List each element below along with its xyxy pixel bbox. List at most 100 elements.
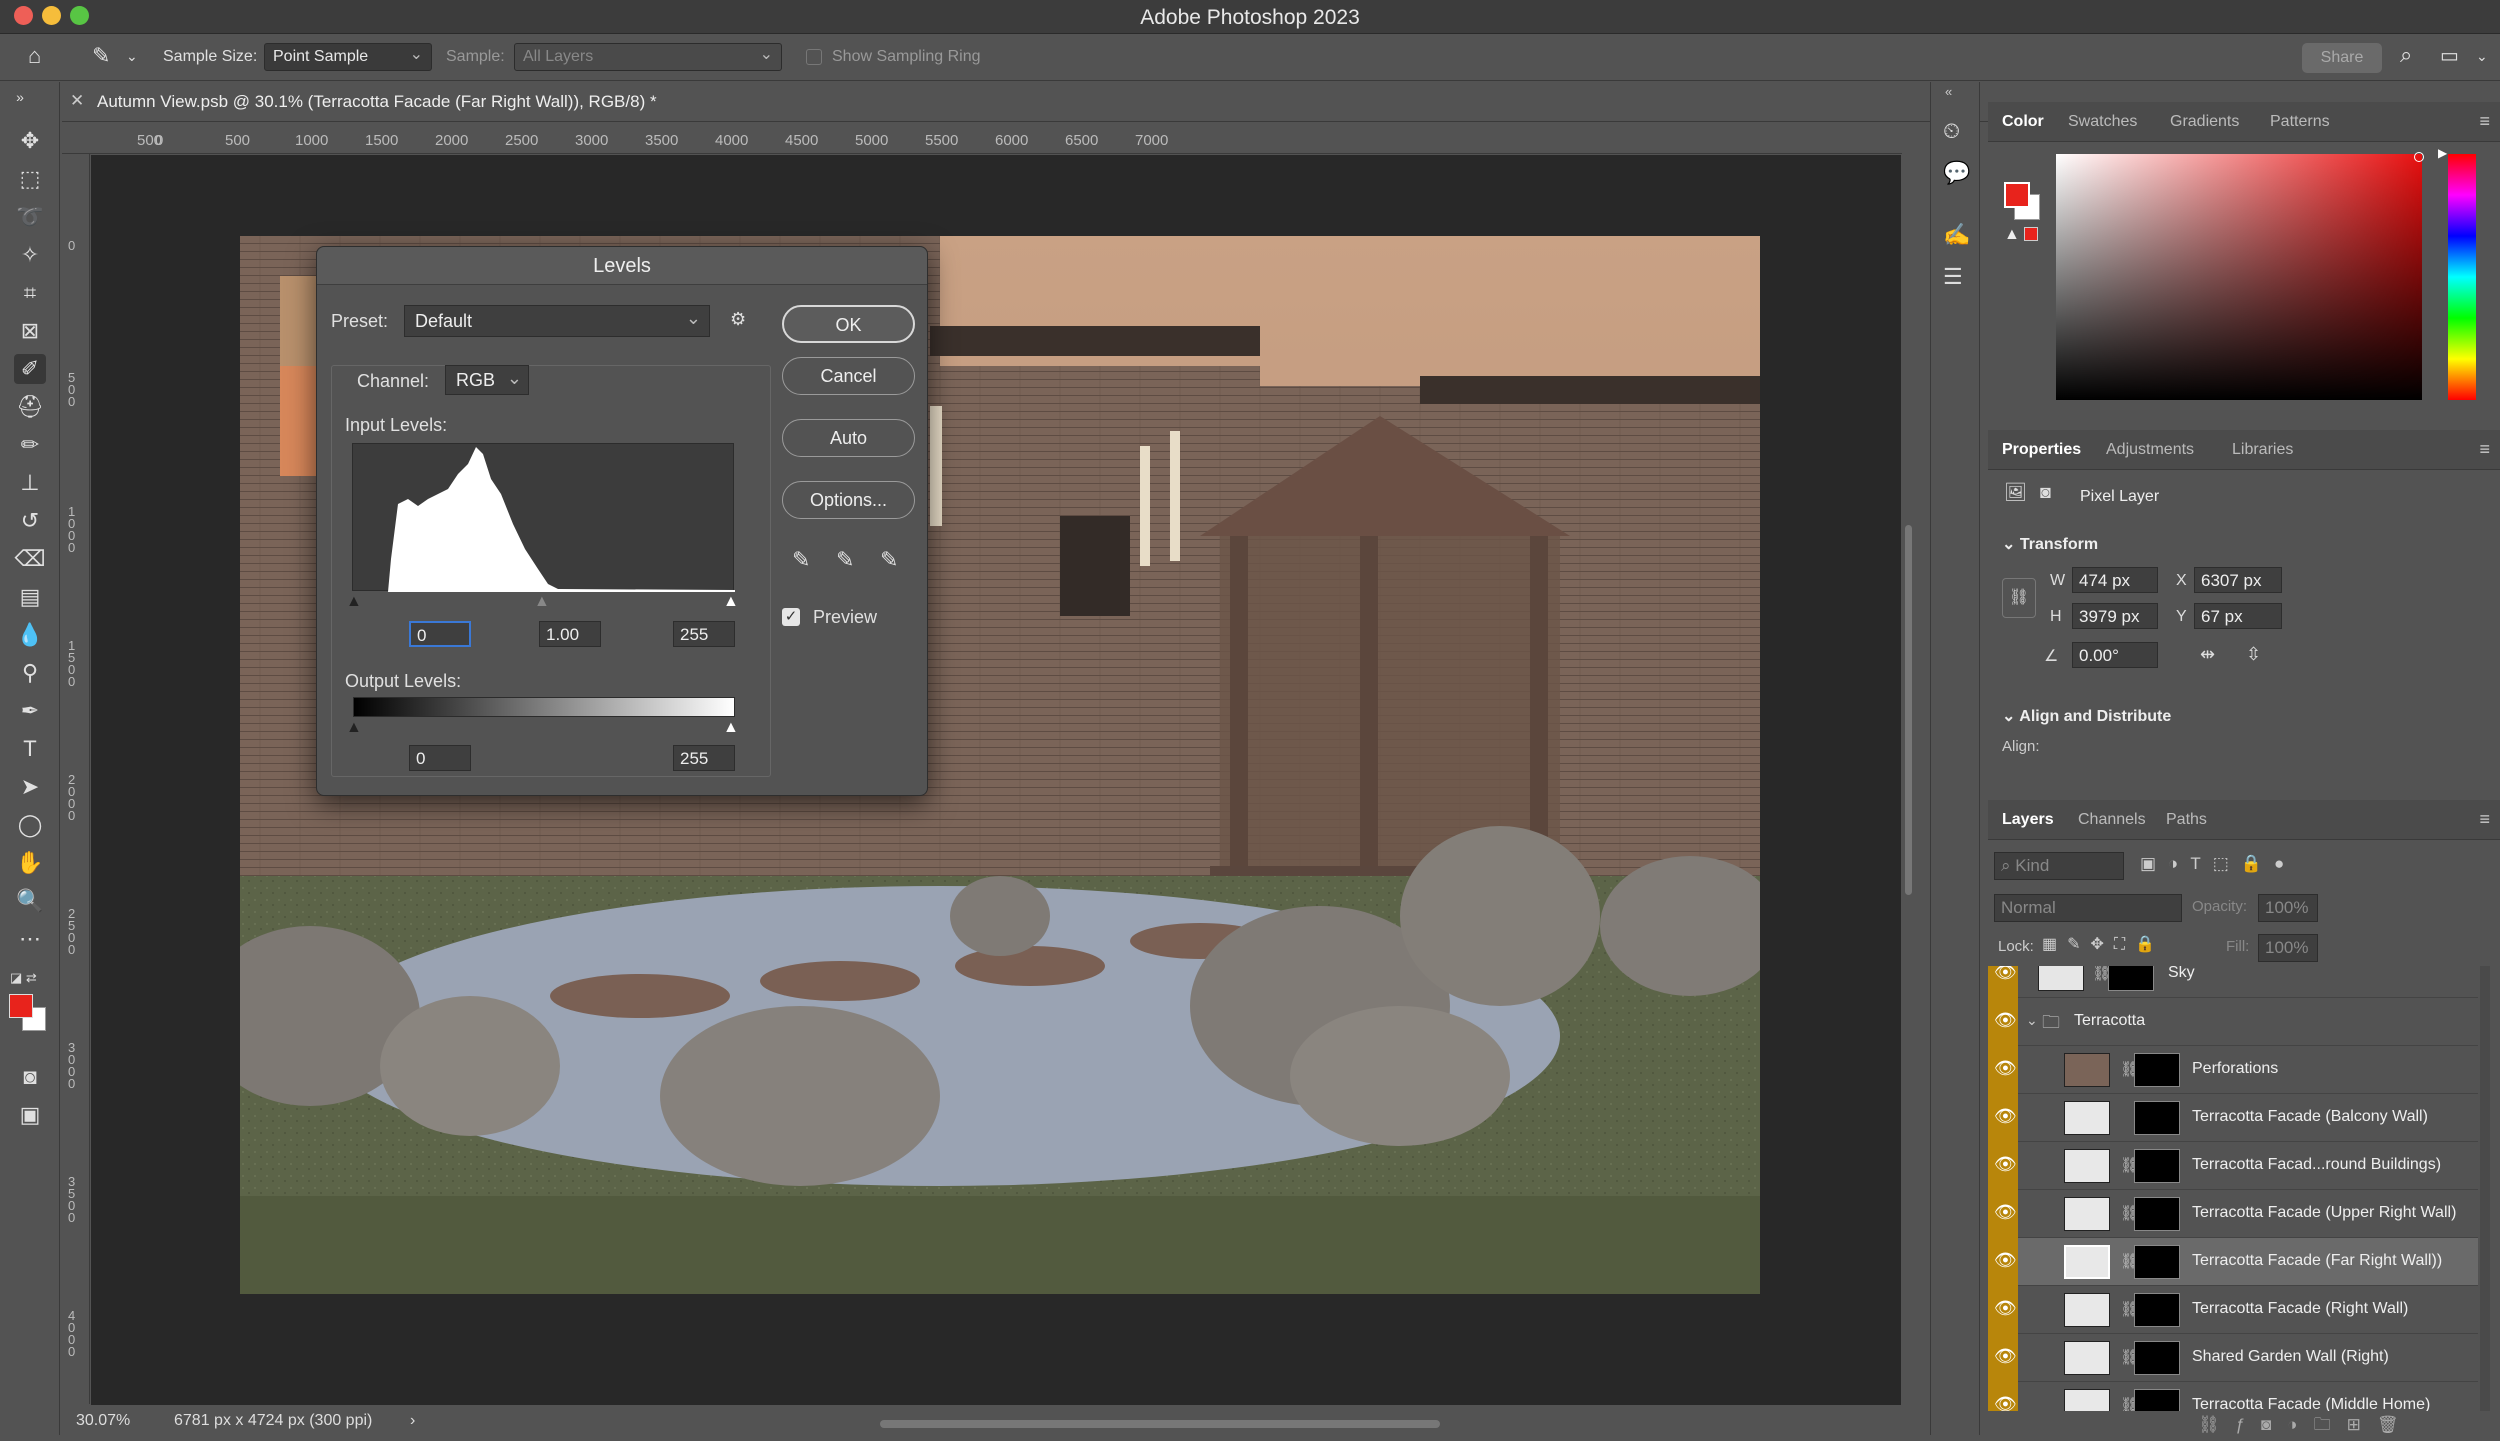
- angle-field[interactable]: 0.00°: [2072, 642, 2158, 668]
- tool-preset-chevron-icon[interactable]: ⌄: [126, 48, 138, 65]
- transform-section-header[interactable]: ⌄ Transform: [2002, 534, 2098, 554]
- zoom-tool-icon[interactable]: 🔍: [14, 886, 46, 916]
- frame-tool-icon[interactable]: ⊠: [14, 316, 46, 346]
- tab-properties[interactable]: Properties: [2002, 441, 2081, 459]
- sample-size-dropdown[interactable]: Point Sample: [264, 43, 432, 71]
- eyedropper-tool-icon[interactable]: ✎: [92, 43, 110, 69]
- chevron-down-icon[interactable]: ⌄: [2026, 1012, 2038, 1029]
- filter-kind-dropdown[interactable]: ⌕ Kind: [1994, 852, 2124, 880]
- input-gamma-field[interactable]: 1.00: [539, 621, 601, 647]
- foreground-color-chip[interactable]: [2004, 182, 2030, 208]
- workspace-chevron-icon[interactable]: ⌄: [2476, 48, 2488, 65]
- channel-dropdown[interactable]: RGB ⌄: [445, 365, 529, 395]
- layers-scrollbar[interactable]: [2480, 966, 2490, 1411]
- visibility-toggle[interactable]: 👁: [1988, 998, 2018, 1046]
- input-gamma-slider-icon[interactable]: ▲: [534, 593, 550, 611]
- type-tool-icon[interactable]: T: [14, 734, 46, 764]
- x-field[interactable]: 6307 px: [2194, 567, 2282, 593]
- crop-tool-icon[interactable]: ⌗: [14, 278, 46, 308]
- visibility-toggle[interactable]: 👁: [1988, 1046, 2018, 1094]
- width-field[interactable]: 474 px: [2072, 567, 2158, 593]
- tab-swatches[interactable]: Swatches: [2068, 113, 2137, 131]
- layer-row[interactable]: 👁 ⛓ Shared Garden Wall (Right): [1988, 1334, 2478, 1382]
- gray-point-eyedropper-icon[interactable]: ✎: [836, 547, 854, 573]
- workspace-icon[interactable]: ▭: [2440, 43, 2459, 68]
- eyedropper-tool-icon[interactable]: ✐: [14, 354, 46, 384]
- input-white-slider-icon[interactable]: ▲: [723, 593, 739, 611]
- blur-tool-icon[interactable]: 💧: [14, 620, 46, 650]
- pen-tool-icon[interactable]: ✒: [14, 696, 46, 726]
- link-dimensions-icon[interactable]: ⛓: [2002, 578, 2036, 618]
- search-icon[interactable]: ⌕: [2400, 42, 2412, 68]
- layer-row-selected[interactable]: 👁 ⛓ Terracotta Facade (Far Right Wall)): [1988, 1238, 2478, 1286]
- out-of-gamut-warning-icon[interactable]: ▲: [2004, 226, 2020, 244]
- layer-filter-icons[interactable]: ▣◑T⬚🔒●: [2140, 854, 2296, 874]
- opacity-field[interactable]: 100%: [2258, 894, 2318, 922]
- collapse-panels-icon[interactable]: «: [1945, 84, 1952, 99]
- y-field[interactable]: 67 px: [2194, 603, 2282, 629]
- visibility-toggle[interactable]: 👁: [1988, 1094, 2018, 1142]
- panel-menu-icon[interactable]: ≡: [2479, 439, 2490, 460]
- visibility-toggle[interactable]: 👁: [1988, 1238, 2018, 1286]
- brush-tool-icon[interactable]: ✏: [14, 430, 46, 460]
- tab-gradients[interactable]: Gradients: [2170, 113, 2239, 131]
- fill-field[interactable]: 100%: [2258, 934, 2318, 962]
- layer-row[interactable]: 👁 ⛓ Perforations: [1988, 1046, 2478, 1094]
- layer-row[interactable]: 👁 Terracotta Facade (Balcony Wall): [1988, 1094, 2478, 1142]
- layer-row[interactable]: 👁 ⛓ Terracotta Facade (Middle Home): [1988, 1382, 2478, 1411]
- show-sampling-ring-checkbox[interactable]: [806, 49, 822, 65]
- layer-group-row[interactable]: 👁 ⌄ 🗀 Terracotta: [1988, 998, 2478, 1046]
- tab-patterns[interactable]: Patterns: [2270, 113, 2330, 131]
- layer-row[interactable]: 👁 ⛓ Sky: [1988, 966, 2478, 998]
- panel-menu-icon[interactable]: ≡: [2479, 809, 2490, 830]
- align-section-header[interactable]: ⌄ Align and Distribute: [2002, 706, 2171, 726]
- history-icon[interactable]: ⏲: [1943, 118, 1960, 144]
- panel-menu-icon[interactable]: ≡: [2479, 111, 2490, 132]
- clone-stamp-tool-icon[interactable]: ⊥: [14, 468, 46, 498]
- layer-row[interactable]: 👁 ⛓ Terracotta Facad...round Buildings): [1988, 1142, 2478, 1190]
- history-brush-tool-icon[interactable]: ↺: [14, 506, 46, 536]
- path-selection-tool-icon[interactable]: ➤: [14, 772, 46, 802]
- home-icon[interactable]: ⌂: [28, 43, 41, 69]
- screen-mode-icon[interactable]: ▣: [14, 1100, 46, 1130]
- color-field[interactable]: [2056, 154, 2422, 400]
- collapse-toolbar-icon[interactable]: »: [4, 82, 36, 112]
- preset-dropdown[interactable]: Default ⌄: [404, 305, 710, 337]
- height-field[interactable]: 3979 px: [2072, 603, 2158, 629]
- hue-slider[interactable]: [2448, 154, 2476, 400]
- document-tab[interactable]: ✕ Autumn View.psb @ 30.1% (Terracotta Fa…: [62, 82, 2112, 122]
- lock-icons[interactable]: ▦✎✥⛶🔒: [2042, 934, 2165, 954]
- quick-mask-icon[interactable]: ◙: [14, 1062, 46, 1092]
- dodge-tool-icon[interactable]: ⚲: [14, 658, 46, 688]
- visibility-toggle[interactable]: 👁: [1988, 1382, 2018, 1411]
- blend-mode-dropdown[interactable]: Normal: [1994, 894, 2182, 922]
- healing-brush-tool-icon[interactable]: ⛑: [14, 392, 46, 422]
- output-white-slider-icon[interactable]: ▲: [723, 719, 739, 737]
- input-black-field[interactable]: 0: [409, 621, 471, 647]
- lasso-tool-icon[interactable]: ➰: [14, 202, 46, 232]
- brush-settings-icon[interactable]: ✍: [1943, 222, 1970, 248]
- input-black-slider-icon[interactable]: ▲: [346, 593, 362, 611]
- horizontal-scroll-thumb[interactable]: [880, 1420, 1440, 1428]
- move-tool-icon[interactable]: ✥: [14, 126, 46, 156]
- share-button[interactable]: Share: [2302, 43, 2382, 73]
- flip-vertical-icon[interactable]: ⇳: [2246, 644, 2261, 665]
- visibility-toggle[interactable]: 👁: [1988, 1142, 2018, 1190]
- auto-button[interactable]: Auto: [782, 419, 915, 457]
- sample-layers-dropdown[interactable]: All Layers: [514, 43, 782, 71]
- layer-actions-icons[interactable]: ⛓ƒ◙◑🗀⊞🗑: [2198, 1412, 2414, 1441]
- tab-paths[interactable]: Paths: [2166, 811, 2207, 829]
- flip-horizontal-icon[interactable]: ⇹: [2200, 644, 2215, 665]
- layer-row[interactable]: 👁 ⛓ Terracotta Facade (Upper Right Wall): [1988, 1190, 2478, 1238]
- visibility-toggle[interactable]: 👁: [1988, 1190, 2018, 1238]
- more-tools-icon[interactable]: ⋯: [14, 924, 46, 954]
- output-black-slider-icon[interactable]: ▲: [346, 719, 362, 737]
- input-white-field[interactable]: 255: [673, 621, 735, 647]
- visibility-toggle[interactable]: 👁: [1988, 1334, 2018, 1382]
- eraser-tool-icon[interactable]: ⌫: [14, 544, 46, 574]
- hue-slider-handle-icon[interactable]: ▶: [2438, 146, 2447, 160]
- comments-icon[interactable]: 💬: [1943, 160, 1970, 186]
- layer-row[interactable]: 👁 ⛓ Terracotta Facade (Right Wall): [1988, 1286, 2478, 1334]
- options-button[interactable]: Options...: [782, 481, 915, 519]
- visibility-toggle[interactable]: 👁: [1988, 966, 2018, 998]
